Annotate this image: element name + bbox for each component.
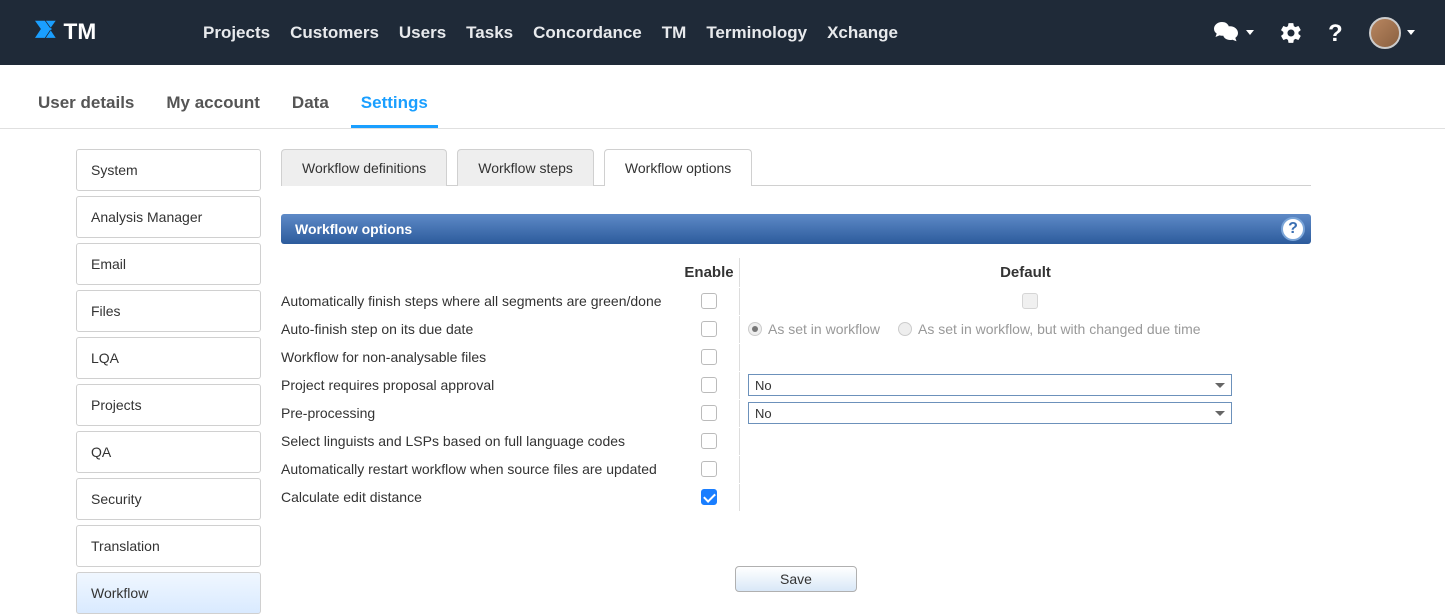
user-menu[interactable] bbox=[1369, 17, 1415, 49]
enable-checkbox[interactable] bbox=[701, 461, 717, 477]
enable-checkbox[interactable] bbox=[701, 489, 717, 505]
col-enable: Enable bbox=[679, 258, 739, 287]
option-label: Auto-finish step on its due date bbox=[281, 318, 679, 340]
sidebar-item-files[interactable]: Files bbox=[76, 290, 261, 332]
option-label: Automatically finish steps where all seg… bbox=[281, 290, 679, 312]
tabs: Workflow definitions Workflow steps Work… bbox=[281, 149, 1311, 186]
chevron-down-icon bbox=[1215, 411, 1225, 416]
col-default: Default bbox=[739, 258, 1311, 287]
dropdown-value: No bbox=[755, 378, 772, 393]
default-dropdown[interactable]: No bbox=[748, 402, 1232, 424]
topnav-projects[interactable]: Projects bbox=[203, 23, 270, 43]
radio-changed-due bbox=[898, 322, 912, 336]
sidebar: System Analysis Manager Email Files LQA … bbox=[76, 149, 261, 614]
enable-checkbox[interactable] bbox=[701, 321, 717, 337]
default-dropdown[interactable]: No bbox=[748, 374, 1232, 396]
option-label: Select linguists and LSPs based on full … bbox=[281, 430, 679, 452]
topnav-tm[interactable]: TM bbox=[662, 23, 687, 43]
enable-checkbox[interactable] bbox=[701, 405, 717, 421]
topnav-xchange[interactable]: Xchange bbox=[827, 23, 898, 43]
svg-text:TM: TM bbox=[64, 18, 97, 43]
save-button[interactable]: Save bbox=[735, 566, 857, 592]
sidebar-item-analysis-manager[interactable]: Analysis Manager bbox=[76, 196, 261, 238]
option-row-non-analysable: Workflow for non-analysable files bbox=[281, 343, 1311, 371]
topnav-terminology[interactable]: Terminology bbox=[706, 23, 807, 43]
main: System Analysis Manager Email Files LQA … bbox=[0, 129, 1445, 614]
radio-as-set-label: As set in workflow bbox=[768, 321, 880, 337]
svg-text:?: ? bbox=[1328, 21, 1343, 45]
topnav: Projects Customers Users Tasks Concordan… bbox=[203, 23, 898, 43]
enable-checkbox[interactable] bbox=[701, 377, 717, 393]
topnav-concordance[interactable]: Concordance bbox=[533, 23, 642, 43]
subtabs: User details My account Data Settings bbox=[0, 65, 1445, 129]
option-row-edit-distance: Calculate edit distance bbox=[281, 483, 1311, 511]
chat-icon[interactable] bbox=[1214, 22, 1254, 44]
sidebar-item-projects[interactable]: Projects bbox=[76, 384, 261, 426]
default-checkbox bbox=[1022, 293, 1038, 309]
panel-title: Workflow options bbox=[295, 221, 412, 237]
option-row-auto-restart: Automatically restart workflow when sour… bbox=[281, 455, 1311, 483]
dropdown-value: No bbox=[755, 406, 772, 421]
sidebar-item-system[interactable]: System bbox=[76, 149, 261, 191]
option-label: Workflow for non-analysable files bbox=[281, 346, 679, 368]
topnav-customers[interactable]: Customers bbox=[290, 23, 379, 43]
option-label: Calculate edit distance bbox=[281, 486, 679, 508]
tab-workflow-steps[interactable]: Workflow steps bbox=[457, 149, 594, 186]
topnav-users[interactable]: Users bbox=[399, 23, 446, 43]
subtab-settings[interactable]: Settings bbox=[351, 83, 438, 128]
radio-changed-due-label: As set in workflow, but with changed due… bbox=[918, 321, 1200, 337]
topbar: TM Projects Customers Users Tasks Concor… bbox=[0, 0, 1445, 65]
save-row: Save bbox=[281, 566, 1311, 592]
tab-workflow-options[interactable]: Workflow options bbox=[604, 149, 752, 186]
sidebar-item-translation[interactable]: Translation bbox=[76, 525, 261, 567]
radio-as-set bbox=[748, 322, 762, 336]
options-header: Enable Default bbox=[281, 258, 1311, 287]
option-row-auto-finish-green: Automatically finish steps where all seg… bbox=[281, 287, 1311, 315]
enable-checkbox[interactable] bbox=[701, 293, 717, 309]
subtab-user-details[interactable]: User details bbox=[28, 83, 144, 128]
options-table: Enable Default Automatically finish step… bbox=[281, 258, 1311, 511]
enable-checkbox[interactable] bbox=[701, 433, 717, 449]
sidebar-item-qa[interactable]: QA bbox=[76, 431, 261, 473]
sidebar-item-email[interactable]: Email bbox=[76, 243, 261, 285]
option-row-proposal-approval: Project requires proposal approval No bbox=[281, 371, 1311, 399]
xtm-logo-icon: TM bbox=[35, 17, 163, 49]
subtab-my-account[interactable]: My account bbox=[156, 83, 270, 128]
option-row-auto-finish-due: Auto-finish step on its due date As set … bbox=[281, 315, 1311, 343]
avatar bbox=[1369, 17, 1401, 49]
help-icon[interactable]: ? bbox=[1328, 21, 1344, 45]
tab-workflow-definitions[interactable]: Workflow definitions bbox=[281, 149, 447, 186]
option-row-select-linguists: Select linguists and LSPs based on full … bbox=[281, 427, 1311, 455]
topbar-right: ? bbox=[1214, 17, 1415, 49]
panel-help-icon[interactable]: ? bbox=[1281, 217, 1305, 241]
logo[interactable]: TM bbox=[35, 17, 163, 49]
sidebar-item-security[interactable]: Security bbox=[76, 478, 261, 520]
option-label: Automatically restart workflow when sour… bbox=[281, 458, 679, 480]
gear-icon[interactable] bbox=[1279, 21, 1303, 45]
col-label bbox=[281, 258, 679, 287]
option-label: Pre-processing bbox=[281, 402, 679, 424]
sidebar-item-workflow[interactable]: Workflow bbox=[76, 572, 261, 614]
chevron-down-icon bbox=[1215, 383, 1225, 388]
content: Workflow definitions Workflow steps Work… bbox=[261, 149, 1445, 614]
sidebar-item-lqa[interactable]: LQA bbox=[76, 337, 261, 379]
panel-heading: Workflow options ? bbox=[281, 214, 1311, 244]
option-label: Project requires proposal approval bbox=[281, 374, 679, 396]
subtab-data[interactable]: Data bbox=[282, 83, 339, 128]
topnav-tasks[interactable]: Tasks bbox=[466, 23, 513, 43]
option-row-pre-processing: Pre-processing No bbox=[281, 399, 1311, 427]
enable-checkbox[interactable] bbox=[701, 349, 717, 365]
